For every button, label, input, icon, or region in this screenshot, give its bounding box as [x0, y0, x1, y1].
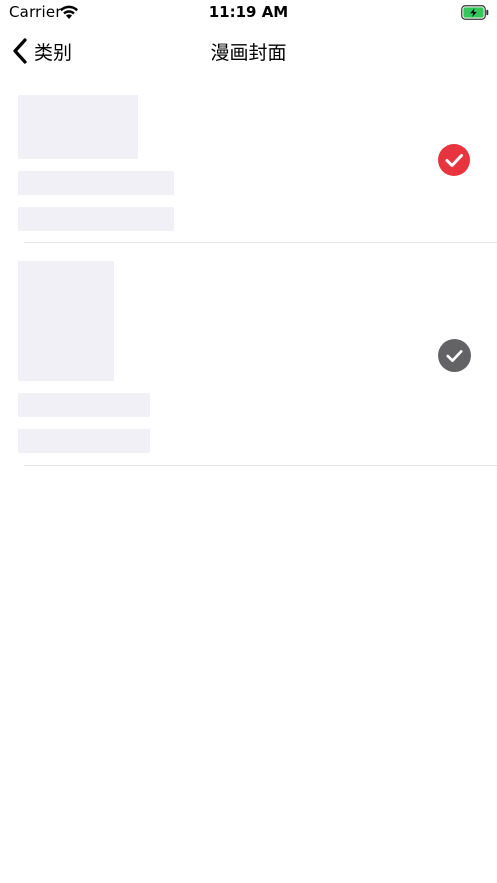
subtitle-placeholder	[18, 207, 174, 231]
subtitle-placeholder	[18, 429, 150, 453]
cover-image-placeholder	[18, 95, 138, 159]
clock: 11:19 AM	[208, 3, 289, 21]
selected-check-icon[interactable]	[438, 144, 470, 176]
battery-charging-icon	[461, 5, 489, 20]
status-bar: Carrier 11:19 AM	[0, 0, 497, 26]
cover-option-row[interactable]	[0, 243, 497, 466]
unselected-check-icon[interactable]	[438, 339, 471, 372]
cover-image-placeholder	[18, 261, 114, 381]
row-divider	[24, 465, 497, 466]
title-placeholder	[18, 171, 174, 195]
cover-option-row[interactable]	[0, 76, 497, 243]
cover-option-list	[0, 76, 497, 466]
navigation-bar: 类别 漫画封面	[0, 26, 497, 76]
page-title: 漫画封面	[210, 42, 287, 64]
title-placeholder	[18, 393, 150, 417]
